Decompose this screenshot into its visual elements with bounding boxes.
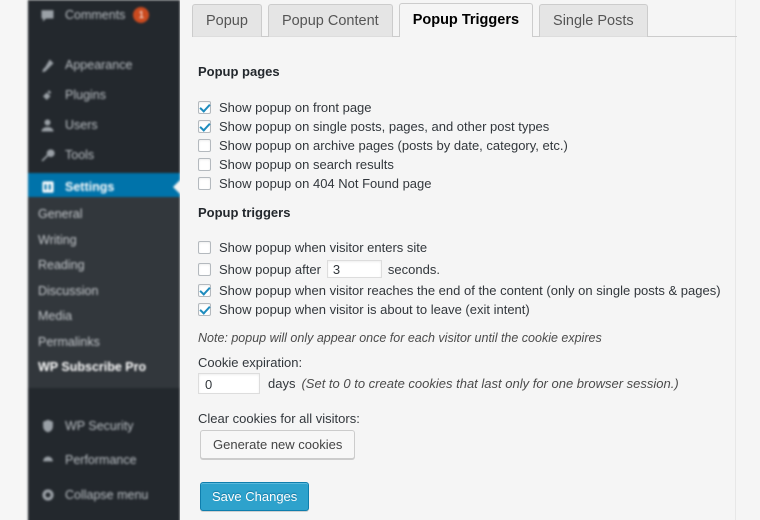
checkbox-label: Show popup when visitor is about to leav… [219, 302, 530, 317]
sidebar-item-settings[interactable]: Settings [28, 173, 181, 200]
sidebar-item-label: Performance [65, 453, 137, 467]
sidebar-subitem-discussion[interactable]: Discussion [28, 279, 180, 305]
checkbox-row-search-results[interactable]: Show popup on search results [198, 155, 568, 174]
sidebar-item-users[interactable]: Users [28, 112, 180, 138]
checkbox-404-page[interactable] [198, 177, 211, 190]
cookie-expiration-input[interactable]: 0 [198, 373, 260, 394]
sidebar-item-label: WP Security [65, 419, 134, 433]
checkbox-label: Show popup on search results [219, 157, 394, 172]
sidebar-item-performance[interactable]: Performance [28, 447, 180, 473]
settings-tab-bar: Popup Popup Content Popup Triggers Singl… [192, 2, 737, 37]
cookie-note: Note: popup will only appear once for ea… [198, 331, 602, 345]
cookie-expiration-label: Cookie expiration: [198, 355, 303, 370]
sidebar-subitem-wp-subscribe-pro[interactable]: WP Subscribe Pro [28, 355, 180, 381]
settings-icon [38, 178, 57, 196]
checkbox-row-visitor-enters[interactable]: Show popup when visitor enters site [198, 238, 721, 257]
checkbox-row-end-of-content[interactable]: Show popup when visitor reaches the end … [198, 281, 721, 300]
wordpress-admin-screen: Comments 1 Appearance Plugins Users Tool… [0, 0, 760, 520]
tools-icon [38, 146, 57, 164]
checkbox-row-404-page[interactable]: Show popup on 404 Not Found page [198, 174, 568, 193]
checkbox-label-after: seconds. [387, 261, 440, 277]
checkbox-label: Show popup on single posts, pages, and o… [219, 119, 550, 134]
sidebar-item-label: Plugins [65, 88, 106, 102]
tab-popup-content[interactable]: Popup Content [267, 3, 393, 37]
sidebar-subitem-writing[interactable]: Writing [28, 228, 180, 254]
sidebar-item-tools[interactable]: Tools [28, 142, 180, 168]
sidebar-top-menu: Comments 1 Appearance Plugins Users Tool… [28, 0, 181, 200]
users-icon [38, 116, 57, 134]
checkbox-row-front-page[interactable]: Show popup on front page [198, 98, 568, 117]
settings-submenu: General Writing Reading Discussion Media… [28, 197, 180, 388]
checkbox-row-exit-intent[interactable]: Show popup when visitor is about to leav… [198, 300, 721, 319]
cookie-expiration-row: 0 days (Set to 0 to create cookies that … [198, 373, 679, 394]
plugins-icon [38, 86, 57, 104]
popup-triggers-heading: Popup triggers [198, 205, 291, 220]
sidebar-item-collapse-menu[interactable]: Collapse menu [28, 482, 180, 508]
sidebar-item-wp-security[interactable]: WP Security [28, 413, 180, 439]
shield-icon [38, 417, 57, 435]
checkbox-label: Show popup on archive pages (posts by da… [219, 138, 568, 153]
cookie-hint: (Set to 0 to create cookies that last on… [301, 376, 679, 391]
popup-triggers-checkbox-list: Show popup when visitor enters site Show… [198, 238, 721, 319]
collapse-icon [38, 486, 57, 504]
sidebar-item-plugins[interactable]: Plugins [28, 82, 180, 108]
performance-icon [38, 451, 57, 469]
save-changes-button[interactable]: Save Changes [200, 482, 310, 511]
admin-sidebar: Comments 1 Appearance Plugins Users Tool… [28, 0, 181, 520]
checkbox-exit-intent[interactable] [198, 303, 211, 316]
checkbox-label: Show popup when visitor reaches the end … [219, 283, 721, 298]
sidebar-subitem-permalinks[interactable]: Permalinks [28, 330, 180, 356]
sidebar-item-label: Tools [65, 148, 95, 162]
sidebar-subitem-media[interactable]: Media [28, 304, 180, 330]
sidebar-item-label: Appearance [65, 58, 133, 72]
sidebar-subitem-reading[interactable]: Reading [28, 253, 180, 279]
checkbox-row-single-posts[interactable]: Show popup on single posts, pages, and o… [198, 117, 568, 136]
sidebar-item-appearance[interactable]: Appearance [28, 52, 180, 78]
sidebar-item-label: Settings [65, 179, 115, 194]
sidebar-item-comments[interactable]: Comments 1 [28, 2, 180, 28]
sidebar-item-label: Comments [65, 8, 126, 22]
tab-popup-triggers[interactable]: Popup Triggers [398, 2, 534, 37]
checkbox-label: Show popup on front page [219, 100, 372, 115]
sidebar-subitem-general[interactable]: General [28, 202, 180, 228]
checkbox-row-show-after-seconds[interactable]: Show popup after 3 seconds. [198, 257, 721, 281]
checkbox-search-results[interactable] [198, 158, 211, 171]
checkbox-end-of-content[interactable] [198, 284, 211, 297]
sidebar-item-label: Collapse menu [65, 488, 149, 502]
tab-popup[interactable]: Popup [192, 3, 262, 37]
sidebar-bottom-menu: WP Security Performance Collapse menu [28, 393, 180, 520]
checkbox-single-posts[interactable] [198, 120, 211, 133]
seconds-input[interactable]: 3 [326, 260, 382, 278]
popup-pages-checkbox-list: Show popup on front page Show popup on s… [198, 98, 568, 193]
checkbox-visitor-enters-site[interactable] [198, 241, 211, 254]
generate-new-cookies-button[interactable]: Generate new cookies [200, 430, 356, 459]
checkbox-row-archive-pages[interactable]: Show popup on archive pages (posts by da… [198, 136, 568, 155]
content-right-divider [735, 0, 736, 520]
clear-cookies-label: Clear cookies for all visitors: [198, 411, 360, 426]
checkbox-archive-pages[interactable] [198, 139, 211, 152]
sidebar-item-label: Users [65, 118, 98, 132]
checkbox-label: Show popup when visitor enters site [219, 240, 428, 255]
appearance-icon [38, 56, 57, 74]
tab-single-posts[interactable]: Single Posts [539, 3, 648, 37]
checkbox-show-after-seconds[interactable] [198, 262, 211, 276]
checkbox-label: Show popup on 404 Not Found page [219, 176, 432, 191]
comments-icon [38, 6, 57, 24]
checkbox-front-page[interactable] [198, 101, 211, 114]
comments-badge: 1 [133, 7, 150, 23]
checkbox-label-before: Show popup after [219, 261, 321, 277]
days-label: days [268, 376, 296, 391]
page-gutter [0, 0, 29, 520]
popup-pages-heading: Popup pages [198, 64, 280, 79]
